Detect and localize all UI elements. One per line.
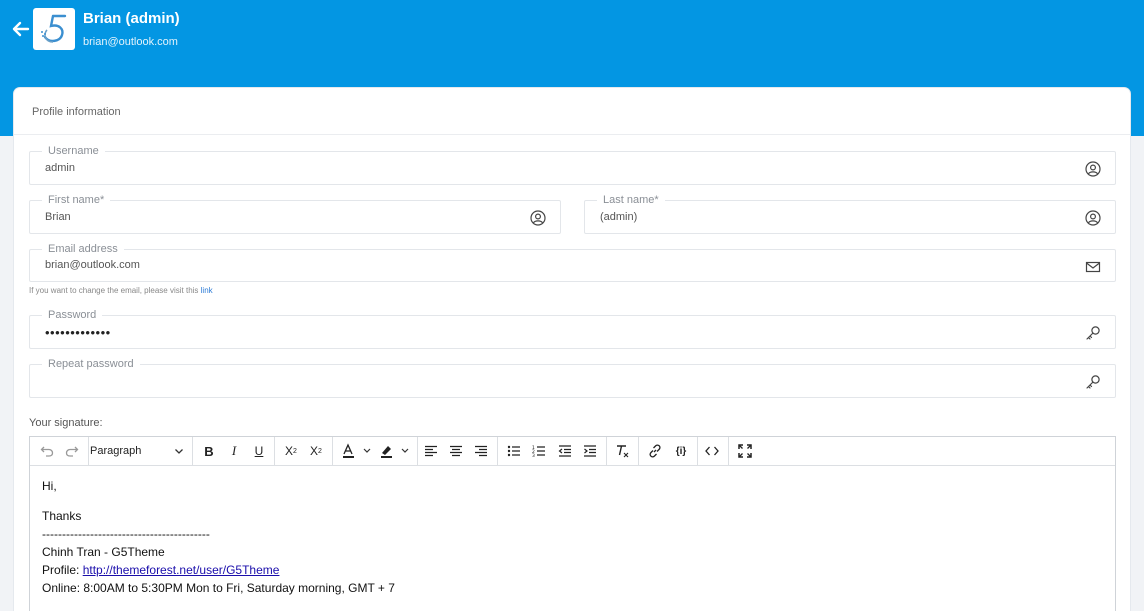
chevron-down-icon[interactable]	[172, 441, 186, 461]
toolbar-divider	[497, 437, 498, 466]
signature-name: Chinh Tran - G5Theme	[42, 545, 165, 559]
user-circle-icon	[1085, 161, 1101, 177]
editor-content[interactable]: Hi, Thanks -----------------------------…	[42, 477, 395, 597]
redo-icon[interactable]	[63, 441, 81, 461]
signature-profile-line: Profile: http://themeforest.net/user/G5T…	[42, 563, 280, 577]
back-arrow-icon[interactable]	[12, 20, 30, 38]
signature-thanks: Thanks	[42, 509, 82, 523]
last-name-value: (admin)	[600, 211, 638, 223]
link-icon[interactable]	[646, 441, 664, 461]
toolbar-divider	[697, 437, 698, 466]
repeat-password-label: Repeat password	[42, 357, 140, 371]
key-icon	[1085, 325, 1101, 341]
email-change-link[interactable]: link	[201, 286, 213, 295]
toolbar-divider	[417, 437, 418, 466]
toolbar-divider	[88, 437, 89, 466]
text-color-icon[interactable]	[340, 441, 376, 461]
email-value: brian@outlook.com	[45, 259, 140, 271]
key-icon	[1085, 374, 1101, 390]
toolbar-divider	[638, 437, 639, 466]
avatar	[33, 8, 75, 50]
signature-editor: Paragraph B I U X2 X2 123 {i} Hi, Thanks…	[29, 436, 1116, 611]
username-field[interactable]: Username admin	[29, 144, 1116, 185]
superscript-icon[interactable]: X2	[306, 441, 326, 461]
toolbar-divider	[192, 437, 193, 466]
align-center-icon[interactable]	[447, 441, 465, 461]
editor-toolbar: Paragraph B I U X2 X2 123 {i}	[30, 437, 1115, 466]
clear-formatting-icon[interactable]	[613, 441, 631, 461]
highlight-color-icon[interactable]	[378, 441, 414, 461]
first-name-field[interactable]: First name* Brian	[29, 193, 561, 234]
user-circle-icon	[530, 210, 546, 226]
username-label: Username	[42, 144, 105, 158]
password-label: Password	[42, 308, 103, 322]
block-format-select[interactable]: Paragraph	[90, 445, 141, 457]
email-label: Email address	[42, 242, 124, 256]
template-variable-icon[interactable]: {i}	[672, 441, 690, 461]
profile-link[interactable]: http://themeforest.net/user/G5Theme	[83, 563, 280, 577]
password-field[interactable]: Password •••••••••••••	[29, 308, 1116, 349]
repeat-password-field[interactable]: Repeat password	[29, 357, 1116, 398]
bold-icon[interactable]: B	[200, 441, 218, 461]
source-code-icon[interactable]	[703, 441, 721, 461]
indent-icon[interactable]	[581, 441, 599, 461]
password-value: •••••••••••••	[45, 325, 111, 340]
align-left-icon[interactable]	[422, 441, 440, 461]
first-name-value: Brian	[45, 211, 71, 223]
toolbar-divider	[332, 437, 333, 466]
email-field[interactable]: Email address brian@outlook.com	[29, 242, 1116, 282]
signature-online-hours: Online: 8:00AM to 5:30PM Mon to Fri, Sat…	[42, 581, 395, 595]
toolbar-divider	[728, 437, 729, 466]
user-circle-icon	[1085, 210, 1101, 226]
undo-icon[interactable]	[38, 441, 56, 461]
last-name-field[interactable]: Last name* (admin)	[584, 193, 1116, 234]
subscript-icon[interactable]: X2	[281, 441, 301, 461]
user-name: Brian (admin)	[83, 10, 180, 27]
card-header: Profile information	[14, 88, 1130, 135]
underline-icon[interactable]: U	[250, 441, 268, 461]
signature-divider: ----------------------------------------…	[42, 527, 210, 541]
bullet-list-icon[interactable]	[505, 441, 523, 461]
italic-icon[interactable]: I	[225, 441, 243, 461]
toolbar-divider	[274, 437, 275, 466]
outdent-icon[interactable]	[556, 441, 574, 461]
signature-greeting: Hi,	[42, 479, 57, 493]
fullscreen-icon[interactable]	[736, 441, 754, 461]
card-title: Profile information	[32, 106, 121, 118]
svg-text:3: 3	[532, 453, 535, 457]
user-email: brian@outlook.com	[83, 36, 178, 48]
username-value: admin	[45, 162, 75, 174]
numbered-list-icon[interactable]: 123	[530, 441, 548, 461]
envelope-icon	[1085, 259, 1101, 275]
align-right-icon[interactable]	[472, 441, 490, 461]
signature-label: Your signature:	[29, 417, 103, 429]
toolbar-divider	[606, 437, 607, 466]
last-name-label: Last name*	[597, 193, 665, 207]
first-name-label: First name*	[42, 193, 111, 207]
email-change-hint: If you want to change the email, please …	[29, 286, 213, 295]
g5-logo-icon	[41, 14, 67, 43]
